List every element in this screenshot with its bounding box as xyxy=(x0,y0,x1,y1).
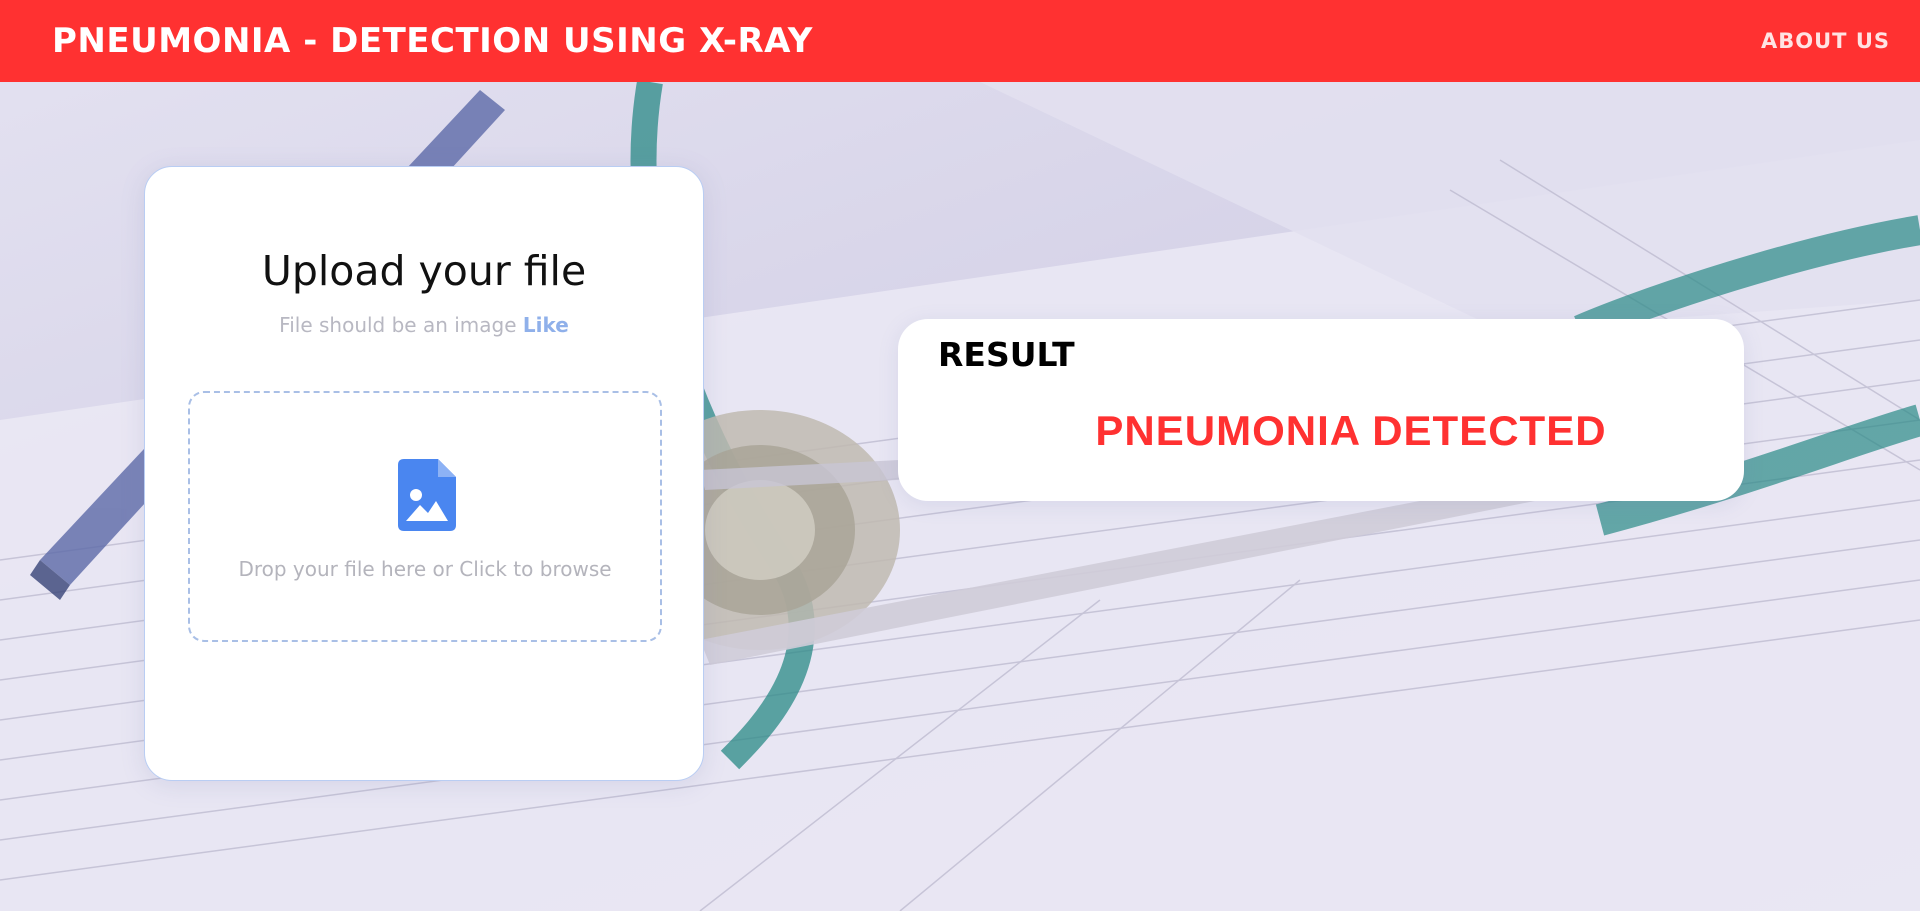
top-navbar: PNEUMONIA - DETECTION USING X-RAY ABOUT … xyxy=(0,0,1920,82)
upload-subtitle: File should be an image Like xyxy=(145,313,703,337)
upload-card: Upload your file File should be an image… xyxy=(144,166,704,781)
drop-zone-text: Drop your file here or Click to browse xyxy=(238,557,612,581)
about-us-link[interactable]: ABOUT US xyxy=(1761,29,1890,53)
result-status: PNEUMONIA DETECTED xyxy=(1095,407,1607,454)
result-card: RESULT PNEUMONIA DETECTED xyxy=(898,319,1744,501)
upload-title: Upload your file xyxy=(261,247,587,295)
image-file-icon xyxy=(398,459,456,531)
app-title: PNEUMONIA - DETECTION USING X-RAY xyxy=(52,21,813,61)
upload-subtitle-link[interactable]: Like xyxy=(523,313,569,337)
file-drop-zone[interactable]: Drop your file here or Click to browse xyxy=(188,391,662,642)
upload-subtitle-text: File should be an image xyxy=(279,313,517,337)
result-heading: RESULT xyxy=(938,335,1075,374)
